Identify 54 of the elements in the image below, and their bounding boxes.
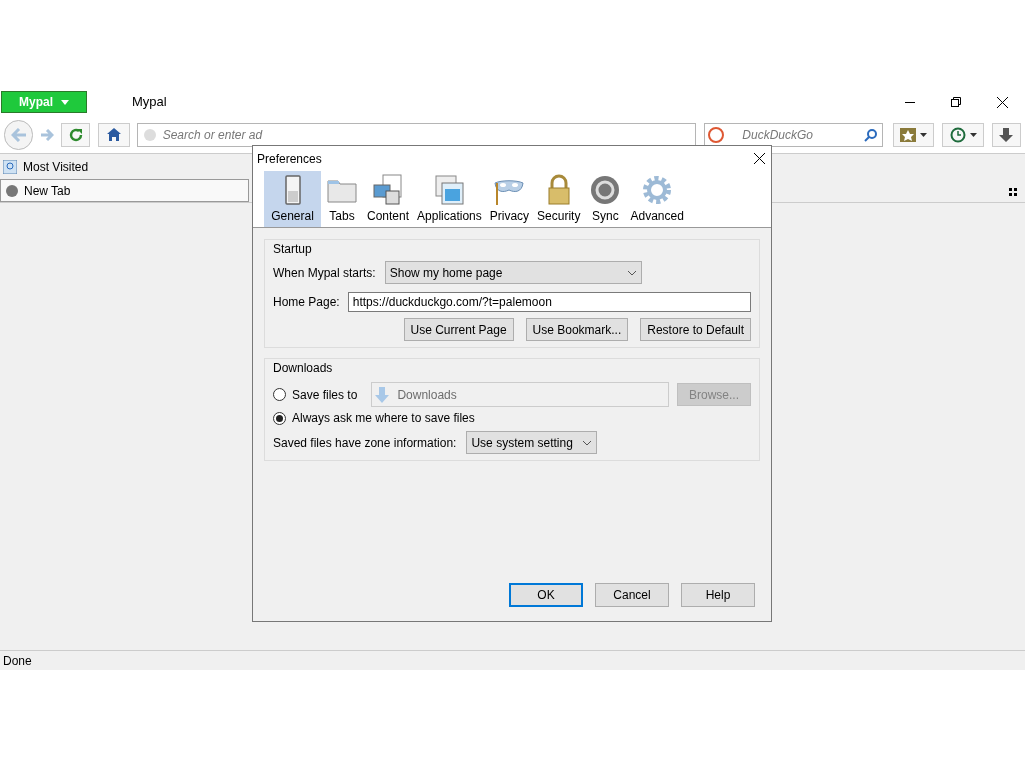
restore-icon xyxy=(951,97,961,107)
search-icon xyxy=(864,127,879,142)
bookmark-folder[interactable]: Most Visited xyxy=(3,157,89,176)
home-icon xyxy=(107,128,121,141)
action-button[interactable]: Restore to Default xyxy=(640,318,751,341)
close-icon xyxy=(996,96,1008,108)
close-icon xyxy=(753,153,765,164)
browser-tab[interactable]: New Tab xyxy=(0,179,249,202)
window-title: Mypal xyxy=(132,93,167,112)
field-label: Home Page: xyxy=(273,294,340,311)
group-legend: Downloads xyxy=(273,359,751,377)
forward-arrow-icon xyxy=(40,128,55,141)
startup-select[interactable]: Show my home page xyxy=(384,261,642,284)
chevron-down-icon xyxy=(626,269,637,276)
field-label: When Mypal starts: xyxy=(273,264,376,282)
download-arrow-icon xyxy=(999,127,1014,142)
address-field[interactable]: Search or enter ad xyxy=(136,122,697,147)
history-button[interactable] xyxy=(942,122,984,147)
dialog-button[interactable]: Cancel xyxy=(595,583,669,607)
radio-label[interactable]: Always ask me where to save files xyxy=(292,409,475,427)
star-bookmark-icon xyxy=(900,127,917,142)
back-arrow-icon xyxy=(10,127,27,142)
close-button[interactable] xyxy=(751,150,767,167)
reload-icon xyxy=(68,127,83,142)
search-field[interactable]: DuckDuckGo xyxy=(704,122,884,147)
clock-icon xyxy=(949,126,966,143)
bookmarks-button[interactable] xyxy=(893,122,935,147)
search-page-icon xyxy=(3,159,17,174)
minimize-icon xyxy=(905,101,915,103)
action-button[interactable]: Use Bookmark... xyxy=(525,318,629,341)
document-image-icon xyxy=(371,173,405,207)
action-button[interactable]: Use Current Page xyxy=(403,318,514,341)
home-page-field[interactable]: https://duckduckgo.com/?t=palemoon xyxy=(347,292,751,312)
caret-icon xyxy=(920,132,928,137)
down-arrow-icon xyxy=(375,386,390,403)
radio-label[interactable]: Save files to xyxy=(292,385,358,404)
chevron-down-icon xyxy=(582,439,593,446)
group-legend: Startup xyxy=(273,240,751,258)
zone-select[interactable]: Use system setting xyxy=(466,431,598,454)
radio-button[interactable] xyxy=(273,411,286,425)
field-label: Saved files have zone information: xyxy=(273,434,457,452)
radio-button[interactable] xyxy=(273,388,286,401)
download-button[interactable] xyxy=(991,122,1021,147)
grid-icon xyxy=(1009,188,1017,196)
dialog-title: Preferences xyxy=(257,150,322,168)
caret-icon xyxy=(969,132,977,137)
dialog-button[interactable]: OK xyxy=(509,583,583,607)
dialog-button[interactable]: Help xyxy=(681,583,755,607)
status-text: Done xyxy=(3,652,32,670)
reload-button[interactable] xyxy=(60,122,91,147)
calendar-window-icon xyxy=(432,173,467,207)
home-button[interactable] xyxy=(98,122,130,147)
caret-icon xyxy=(61,99,69,105)
pane-tab[interactable]: General xyxy=(264,171,321,227)
